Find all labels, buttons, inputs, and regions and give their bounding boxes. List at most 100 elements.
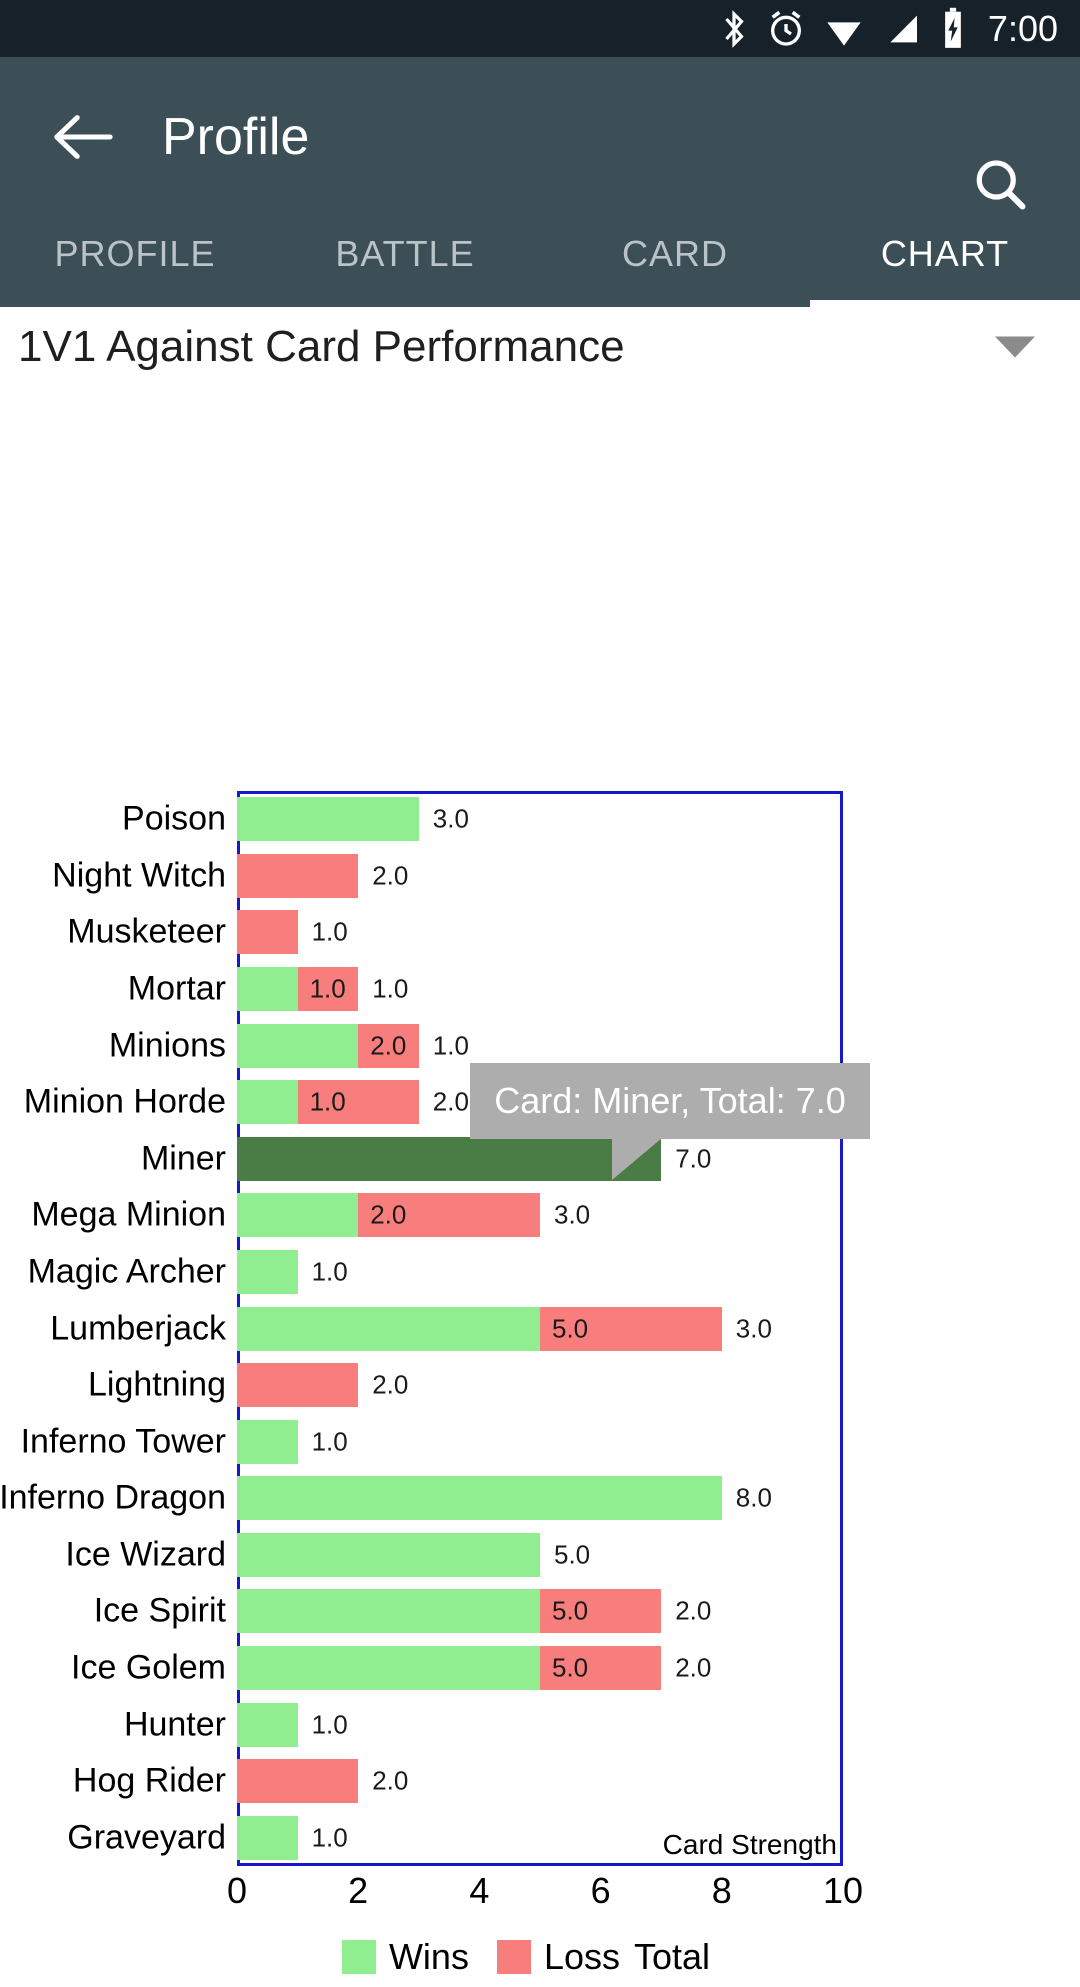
bar-segment-wins[interactable]	[237, 1419, 298, 1464]
bar-row[interactable]: Hunter 1.0	[0, 1702, 1080, 1747]
bar-outer-value-label: 1.0	[311, 916, 348, 947]
chevron-down-icon[interactable]	[995, 336, 1035, 358]
bar-row[interactable]: Ice Wizard 5.0	[0, 1532, 1080, 1577]
bar-row-label: Mega Minion	[31, 1195, 226, 1234]
bar-row[interactable]: Musketeer 1.0	[0, 910, 1080, 955]
bar-row-label: Mortar	[127, 969, 226, 1008]
tab-profile[interactable]: PROFILE	[0, 217, 270, 307]
signal-icon	[882, 9, 922, 49]
bar-segment-wins[interactable]	[237, 797, 419, 842]
bar-outer-value-label: 3.0	[735, 1313, 772, 1343]
bar-segment-wins[interactable]	[237, 967, 298, 1012]
bar-rows: Poison 3.0 Night Witch 2.0 Musketeer 1.0 Morta…	[0, 387, 1080, 1917]
bar-row[interactable]: Graveyard 1.0	[0, 1815, 1080, 1860]
bar-row[interactable]: Poison 3.0	[0, 797, 1080, 842]
chart-tooltip-label: Card: Miner, Total: 7.0	[494, 1080, 846, 1121]
tab-bar: PROFILE BATTLE CARD CHART	[0, 217, 1080, 307]
chart-tooltip-pointer	[612, 1138, 662, 1180]
chart-tooltip: Card: Miner, Total: 7.0	[470, 1063, 870, 1139]
bar-row[interactable]: Miner 7.0	[0, 1136, 1080, 1181]
bar-row-label: Night Witch	[52, 856, 226, 895]
bar-row[interactable]: Inferno Dragon 8.0	[0, 1476, 1080, 1521]
bar-segment-loss[interactable]	[237, 1759, 359, 1804]
x-axis-tick-label: 4	[469, 1870, 490, 1911]
bar-row-label: Inferno Tower	[20, 1422, 226, 1461]
bar-row[interactable]: Inferno Tower 1.0	[0, 1419, 1080, 1464]
bar-row-label: Magic Archer	[27, 1252, 226, 1291]
bar-row[interactable]: Lumberjack 5.0 3.0	[0, 1306, 1080, 1351]
bar-segment-wins[interactable]	[237, 1532, 540, 1577]
x-axis-tick-label: 10	[822, 1870, 864, 1911]
legend-label-loss: Loss	[543, 1936, 620, 1977]
bar-inner-value-label: 2.0	[370, 1199, 407, 1230]
bar-outer-value-label: 2.0	[675, 1652, 712, 1683]
bar-row[interactable]: Hog Rider 2.0	[0, 1759, 1080, 1804]
bar-inner-value-label: 5.0	[552, 1313, 589, 1343]
app-bar: Profile PROFILE BATTLE CARD CHART	[0, 57, 1080, 307]
bar-outer-value-label: 3.0	[554, 1199, 591, 1230]
search-icon	[976, 160, 1026, 210]
tab-battle[interactable]: BATTLE	[270, 217, 540, 307]
bar-row-label: Miner	[140, 1139, 226, 1178]
alarm-icon	[766, 9, 806, 49]
bar-row[interactable]: Mega Minion 2.0 3.0	[0, 1193, 1080, 1238]
bar-row-label: Minion Horde	[23, 1082, 226, 1121]
bar-row[interactable]: Ice Golem 5.0 2.0	[0, 1645, 1080, 1690]
tab-card[interactable]: CARD	[540, 217, 810, 307]
bar-outer-value-label: 2.0	[372, 860, 409, 891]
bar-segment-loss[interactable]	[237, 1363, 359, 1408]
battery-charging-icon	[938, 7, 968, 51]
bar-row[interactable]: Magic Archer 1.0	[0, 1249, 1080, 1294]
back-button[interactable]	[44, 98, 122, 176]
bar-outer-value-label: 2.0	[675, 1595, 712, 1626]
x-axis-tick-label: 2	[348, 1870, 369, 1911]
bar-outer-value-label: 8.0	[735, 1482, 772, 1513]
bar-row[interactable]: Mortar 1.0 1.0	[0, 967, 1080, 1012]
bar-row[interactable]: Night Witch 2.0	[0, 853, 1080, 898]
bar-row-label: Graveyard	[67, 1818, 226, 1857]
bar-row-label: Ice Golem	[71, 1648, 226, 1687]
chart-selector-row[interactable]: 1V1 Against Card Performance	[0, 307, 1080, 387]
bar-segment-wins[interactable]	[237, 1080, 298, 1125]
bar-segment-wins[interactable]	[237, 1249, 298, 1294]
bar-segment-wins[interactable]	[237, 1815, 298, 1860]
bar-segment-highlight[interactable]	[237, 1136, 662, 1181]
x-axis-ticks: 0 2 4 6 8 10	[0, 1870, 1080, 1920]
wifi-icon	[822, 9, 866, 49]
legend-swatch-loss	[496, 1940, 531, 1974]
bar-row-label: Poison	[122, 799, 226, 838]
bar-inner-value-label: 5.0	[552, 1652, 589, 1683]
bar-outer-value-label: 1.0	[372, 973, 409, 1004]
bar-segment-wins[interactable]	[237, 1476, 722, 1521]
bar-segment-wins[interactable]	[237, 1645, 540, 1690]
chart-title: 1V1 Against Card Performance	[18, 322, 625, 371]
tab-chart-label: CHART	[880, 233, 1010, 274]
x-axis-tick-label: 6	[590, 1870, 611, 1911]
bar-outer-value-label: 2.0	[372, 1369, 409, 1400]
bar-row[interactable]: Lightning 2.0	[0, 1363, 1080, 1408]
bar-row-label: Hog Rider	[72, 1761, 226, 1800]
chart-area: Card Strength Poison 3.0 Night Witch 2.0 Mus…	[0, 387, 1080, 1977]
bar-outer-value-label: 3.0	[432, 803, 469, 834]
x-axis-tick-label: 0	[226, 1870, 248, 1911]
bluetooth-icon	[718, 9, 750, 49]
search-button[interactable]	[960, 145, 1040, 225]
bar-row[interactable]: Minions 2.0 1.0	[0, 1023, 1080, 1068]
bar-segment-wins[interactable]	[237, 1193, 359, 1238]
bar-inner-value-label: 1.0	[309, 1086, 346, 1117]
bar-row[interactable]: Ice Spirit 5.0 2.0	[0, 1589, 1080, 1634]
x-axis-tick-label: 8	[711, 1870, 732, 1911]
bar-row-label: Inferno Dragon	[0, 1478, 226, 1517]
bar-row-label: Ice Spirit	[93, 1591, 226, 1630]
legend-label-total: Total	[634, 1936, 711, 1977]
bar-segment-wins[interactable]	[237, 1589, 540, 1634]
bar-segment-loss[interactable]	[237, 853, 359, 898]
bar-segment-wins[interactable]	[237, 1306, 540, 1351]
status-bar: 7:00	[0, 0, 1080, 57]
bar-inner-value-label: 2.0	[370, 1030, 407, 1061]
bar-segment-wins[interactable]	[237, 1702, 298, 1747]
tab-chart[interactable]: CHART	[810, 217, 1080, 307]
back-arrow-icon	[54, 115, 113, 159]
bar-segment-wins[interactable]	[237, 1023, 359, 1068]
bar-segment-loss[interactable]	[237, 910, 298, 955]
